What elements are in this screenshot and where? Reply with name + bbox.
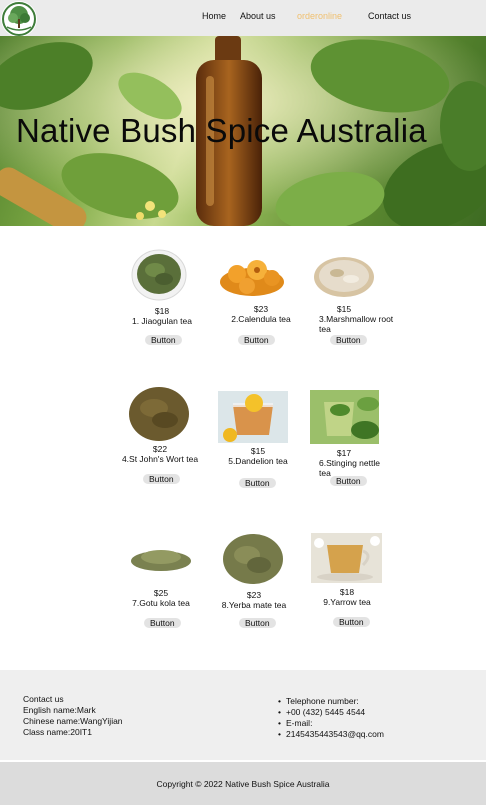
- contact-title: Contact us: [23, 694, 64, 704]
- phone-number: +00 (432) 5445 4544: [278, 707, 384, 718]
- copyright-bar: Copyright © 2022 Native Bush Spice Austr…: [0, 762, 486, 805]
- add-dandelion-button[interactable]: Button: [239, 478, 276, 488]
- nav-about-us[interactable]: About us: [240, 11, 276, 21]
- add-yarrow-button[interactable]: Button: [333, 617, 370, 627]
- hero-banner: Native Bush Spice Australia: [0, 36, 486, 226]
- product-card: $22 4.St John's Wort tea: [110, 444, 210, 464]
- english-name: English name:Mark: [23, 705, 96, 715]
- product-card: $15 5.Dandelion tea: [208, 446, 308, 466]
- product-name: 9.Yarrow tea: [323, 597, 371, 607]
- add-calendula-button[interactable]: Button: [238, 335, 275, 345]
- add-st-johns-wort-button[interactable]: Button: [143, 474, 180, 484]
- yerba-mate-tea-image: [219, 533, 287, 585]
- product-price: $17: [336, 448, 352, 458]
- nav-home[interactable]: Home: [202, 11, 226, 21]
- product-card: $18 1. Jiaogulan tea: [112, 306, 212, 326]
- email-address: 2145435443543@qq.com: [278, 729, 384, 740]
- copyright-text: Copyright © 2022 Native Bush Spice Austr…: [156, 779, 330, 789]
- product-card: $17 6.Stinging nettle tea: [294, 448, 394, 478]
- hero-title: Native Bush Spice Australia: [16, 112, 427, 149]
- product-name: 5.Dandelion tea: [228, 456, 288, 466]
- product-price: $18: [339, 587, 355, 597]
- add-stinging-nettle-button[interactable]: Button: [330, 476, 367, 486]
- logo[interactable]: [1, 1, 37, 37]
- product-card: $25 7.Gotu kola tea: [111, 588, 211, 608]
- product-price: $22: [152, 444, 168, 454]
- product-price: $23: [246, 590, 262, 600]
- contact-list: Telephone number: +00 (432) 5445 4544 E-…: [278, 696, 384, 740]
- calendula-tea-image: [217, 254, 287, 300]
- yarrow-tea-image: [311, 533, 382, 583]
- class-name: Class name:20IT1: [23, 727, 92, 737]
- add-marshmallow-root-button[interactable]: Button: [330, 335, 367, 345]
- add-gotu-kola-button[interactable]: Button: [144, 618, 181, 628]
- site-footer: Contact us English name:Mark Chinese nam…: [0, 670, 486, 760]
- gotu-kola-tea-image: [127, 535, 195, 581]
- product-name: 8.Yerba mate tea: [221, 600, 287, 610]
- nav-contact-us[interactable]: Contact us: [368, 11, 411, 21]
- nav-order-online[interactable]: orderonline: [297, 11, 342, 21]
- tree-logo-icon: [2, 2, 36, 36]
- site-header: Home About us orderonline Contact us: [0, 0, 486, 37]
- product-price: $25: [153, 588, 169, 598]
- product-name: 3.Marshmallow root tea: [319, 314, 394, 334]
- dandelion-tea-image: [218, 391, 288, 443]
- jiaogulan-tea-image: [131, 249, 187, 301]
- st-johns-wort-tea-image: [129, 386, 190, 442]
- product-name: 4.St John's Wort tea: [121, 454, 199, 464]
- product-card: $23 8.Yerba mate tea: [204, 590, 304, 610]
- email-label: E-mail:: [278, 718, 384, 729]
- product-card: $15 3.Marshmallow root tea: [294, 304, 394, 334]
- chinese-name: Chinese name:WangYijian: [23, 716, 123, 726]
- product-name: 7.Gotu kola tea: [132, 598, 190, 608]
- product-name: 6.Stinging nettle tea: [319, 458, 380, 478]
- product-price: $18: [154, 306, 170, 316]
- product-card: $18 9.Yarrow tea: [297, 587, 397, 607]
- product-price: $15: [250, 446, 266, 456]
- product-price: $15: [336, 304, 352, 314]
- product-name: 1. Jiaogulan tea: [131, 316, 193, 326]
- marshmallow-root-tea-image: [313, 255, 375, 299]
- add-jiaogulan-button[interactable]: Button: [145, 335, 182, 345]
- add-yerba-mate-button[interactable]: Button: [239, 618, 276, 628]
- phone-label: Telephone number:: [278, 696, 384, 707]
- stinging-nettle-tea-image: [310, 390, 379, 444]
- contact-info: Contact us English name:Mark Chinese nam…: [23, 694, 123, 738]
